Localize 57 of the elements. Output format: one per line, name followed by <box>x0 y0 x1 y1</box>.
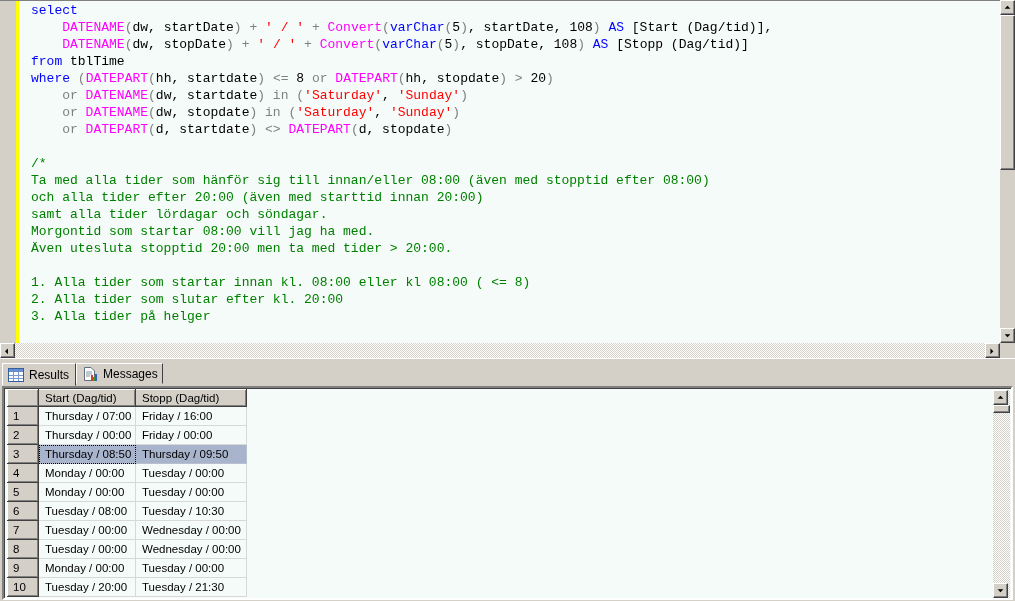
scroll-up-button[interactable] <box>993 390 1008 405</box>
comment-line: /* <box>31 155 48 172</box>
comment-line: 3. Alla tider på helger <box>31 308 212 325</box>
comment-line: 2. Alla tider som slutar efter kl. 20:00 <box>31 291 345 308</box>
table-cell: Wednesday / 00:00 <box>135 520 247 540</box>
scroll-down-button[interactable] <box>993 583 1008 598</box>
table-cell: Tuesday / 20:00 <box>38 577 136 597</box>
comment-line: 1. Alla tider som startar innan kl. 08:00 eller kl 08:00 ( <= 8) <box>31 274 532 291</box>
up-arrow-icon <box>996 393 1005 402</box>
code-line: where (DATEPART(hh, startdate) <= 8 or DATEPART(hh, stopdate) > 20) <box>31 70 555 87</box>
comment-line: Även utesluta stopptid 20:00 men ta med tider > 20:00. <box>31 240 454 257</box>
table-cell: Thursday / 00:00 <box>38 425 136 445</box>
table-cell: Tuesday / 21:30 <box>135 577 247 597</box>
code-line: DATENAME(dw, stopDate) + ' / ' + Convert(varChar(5), stopDate, 108) AS [Stopp (Dag/tid)] <box>61 36 750 53</box>
down-arrow-icon <box>1003 331 1012 340</box>
down-arrow-icon <box>996 586 1005 595</box>
table-cell: Wednesday / 00:00 <box>135 539 247 559</box>
table-cell: Tuesday / 00:00 <box>38 520 136 540</box>
scroll-down-button[interactable] <box>1000 328 1015 343</box>
scroll-thumb[interactable] <box>1000 15 1015 170</box>
comment-line: Ta med alla tider som hänför sig till innan/eller 08:00 (även med stopptid efter 08:00) <box>31 172 711 189</box>
table-cell: Monday / 00:00 <box>38 482 136 502</box>
results-tab[interactable]: Results <box>2 363 76 386</box>
up-arrow-icon <box>1003 3 1012 12</box>
scroll-thumb[interactable] <box>993 405 1010 413</box>
table-cell: Tuesday / 00:00 <box>135 482 247 502</box>
comment-line: samt alla tider lördagar och söndagar. <box>31 206 329 223</box>
table-cell: Tuesday / 08:00 <box>38 501 136 521</box>
comment-line: Morgontid som startar 08:00 vill jag ha med. <box>31 223 376 240</box>
table-cell: Friday / 00:00 <box>135 425 247 445</box>
code-line: DATENAME(dw, startDate) + ' / ' + Convert(varChar(5), startDate, 108) AS [Start (Dag/tid)], <box>61 19 773 36</box>
code-line: or DATENAME(dw, startdate) in ('Saturday', 'Sunday') <box>61 87 469 104</box>
table-cell: Friday / 16:00 <box>135 406 247 426</box>
column-header[interactable]: Start (Dag/tid) <box>38 389 136 407</box>
scroll-left-button[interactable] <box>0 343 15 358</box>
table-cell: Thursday / 07:00 <box>38 406 136 426</box>
table-icon <box>8 367 24 382</box>
code-line: or DATENAME(dw, stopdate) in ('Saturday', 'Sunday') <box>61 104 462 121</box>
horizontal-scrollbar[interactable] <box>0 343 1000 358</box>
table-cell: Tuesday / 00:00 <box>38 539 136 559</box>
table-cell: Tuesday / 00:00 <box>135 463 247 483</box>
vertical-scrollbar[interactable] <box>1000 0 1015 343</box>
scroll-up-button[interactable] <box>1000 0 1015 15</box>
table-cell: Tuesday / 10:30 <box>135 501 247 521</box>
code-line: select <box>31 2 79 19</box>
table-cell: Tuesday / 00:00 <box>135 558 247 578</box>
comment-line: och alla tider efter 20:00 (även med starttid innan 20:00) <box>31 189 485 206</box>
column-header[interactable]: Stopp (Dag/tid) <box>135 389 247 407</box>
vertical-scrollbar[interactable] <box>993 390 1010 598</box>
scroll-right-button[interactable] <box>985 343 1000 358</box>
code-line: or DATEPART(d, startdate) <> DATEPART(d, stopdate) <box>61 121 454 138</box>
code-line: from tblTime <box>31 53 126 70</box>
table-cell: Monday / 00:00 <box>38 463 136 483</box>
document-icon <box>82 365 98 382</box>
results-tab[interactable]: Messages <box>76 363 163 384</box>
corner-header[interactable] <box>7 389 39 407</box>
table-cell: Monday / 00:00 <box>38 558 136 578</box>
